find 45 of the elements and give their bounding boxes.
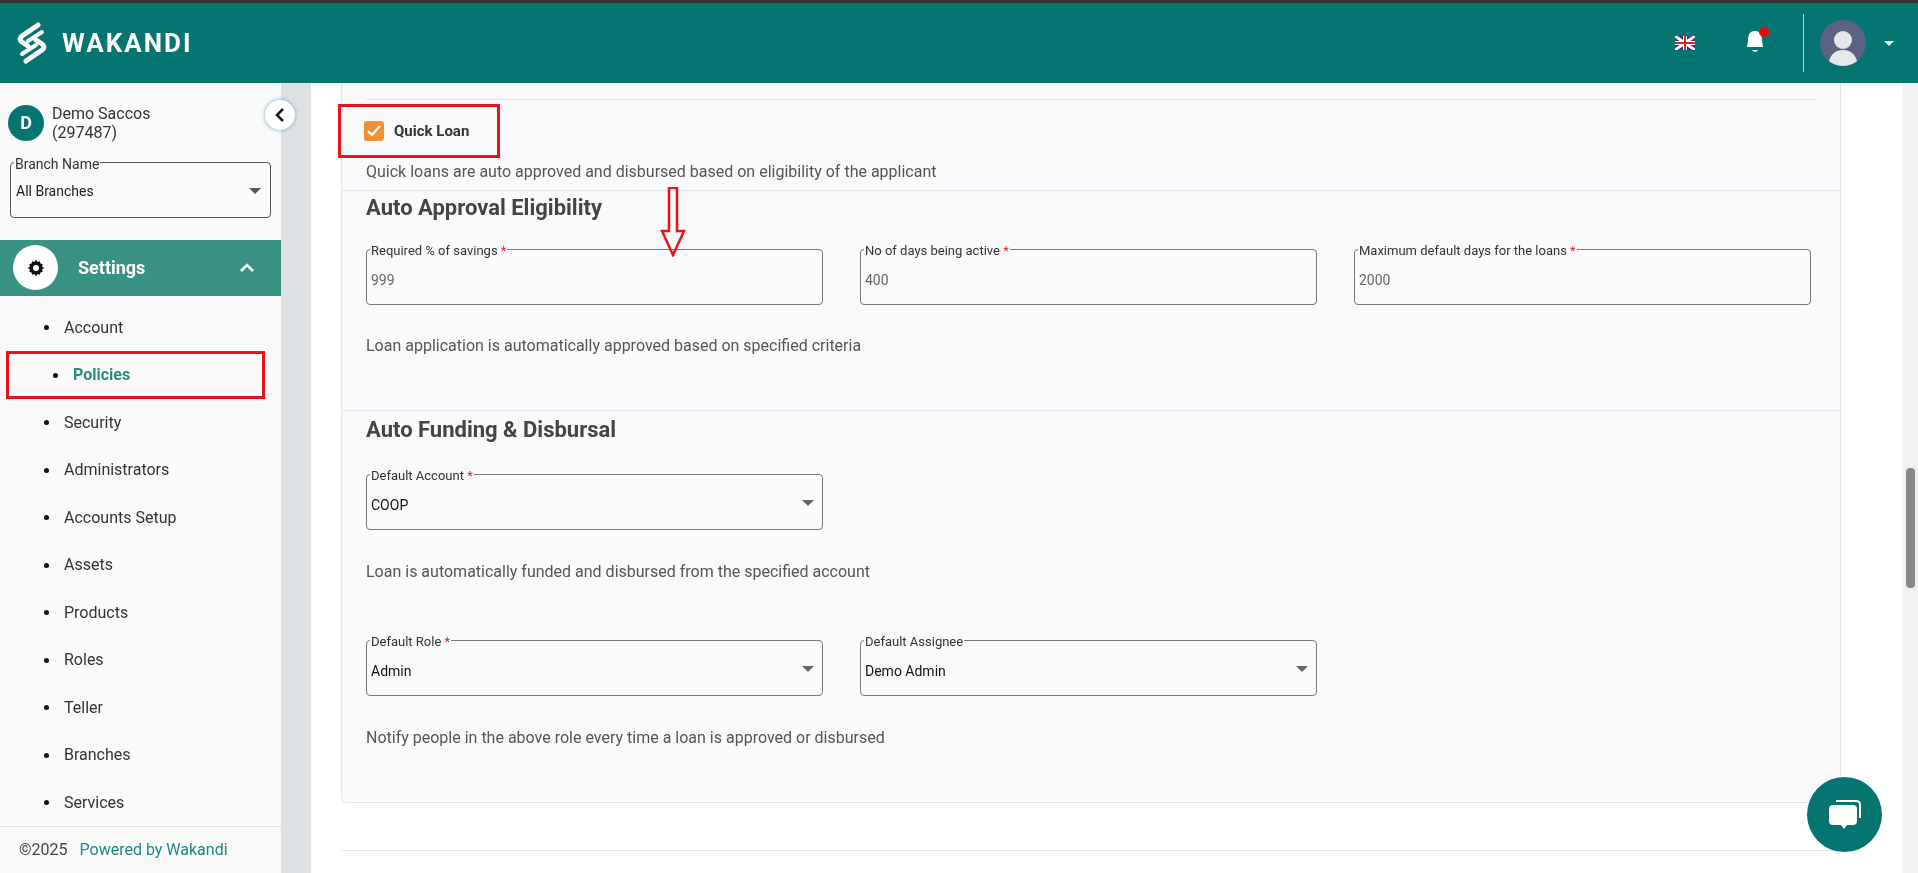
section-title: Auto Funding & Disbursal [366,416,618,444]
sidebar-item[interactable]: Policies [6,351,265,399]
section-title: Auto Approval Eligibility [366,194,603,222]
flag-icon[interactable] [1675,36,1695,50]
quick-loan-description: Quick loans are auto approved and disbursed based on eligibility of the applicant [366,161,938,183]
field-value: Admin [371,662,412,681]
settings-menu-header[interactable]: Settings [0,239,281,296]
caret-icon [1296,666,1308,672]
copyright-text: ©2025 [19,839,68,862]
avatar[interactable] [1820,20,1866,66]
sidebar-item[interactable]: Accounts Setup [0,494,281,542]
funding-note: Loan is automatically funded and disbursed from the specified account [366,561,871,583]
arrow-drawing [660,187,686,257]
sidebar-item[interactable]: Products [0,589,281,637]
check-icon [367,125,381,137]
notify-note: Notify people in the above role every time a loan is approved or disbursed [366,727,886,749]
field-value: COOP [371,496,409,515]
field-value: 2000 [1359,271,1391,290]
menu-title: Settings [78,256,146,281]
approval-note: Loan application is automatically approved based on specified criteria [366,335,863,357]
sidebar-item[interactable]: Assets [0,541,281,589]
caret-icon [802,500,814,506]
organization-avatar: D [8,104,44,141]
sidebar-item[interactable]: Teller [0,684,281,732]
quick-loan-checkbox[interactable]: Quick Loan [364,119,470,143]
field-value: 999 [371,271,395,290]
chevron-left-icon [275,108,285,122]
sidebar-item[interactable]: Security [0,399,281,447]
powered-by-link[interactable]: Powered by Wakandi [79,838,228,863]
sidebar-item[interactable]: Branches [0,731,281,779]
field-value: All Branches [16,181,94,201]
sidebar-item[interactable]: Roles [0,636,281,684]
organization-code: (297487) [52,122,118,142]
caret-icon [802,666,814,672]
sidebar-item[interactable]: Account [0,304,281,352]
sidebar-item[interactable]: Administrators [0,446,281,494]
field-value: Demo Admin [865,662,946,681]
sidebar-item[interactable]: Services [0,779,281,827]
caret-icon [249,187,261,194]
collapse-button[interactable] [265,100,295,130]
brand-name: WAKANDI [62,26,193,60]
organization-name: Demo Saccos [52,103,151,123]
field-value: 400 [865,271,889,290]
gear-icon [13,245,58,291]
caret-icon[interactable] [1884,40,1894,46]
